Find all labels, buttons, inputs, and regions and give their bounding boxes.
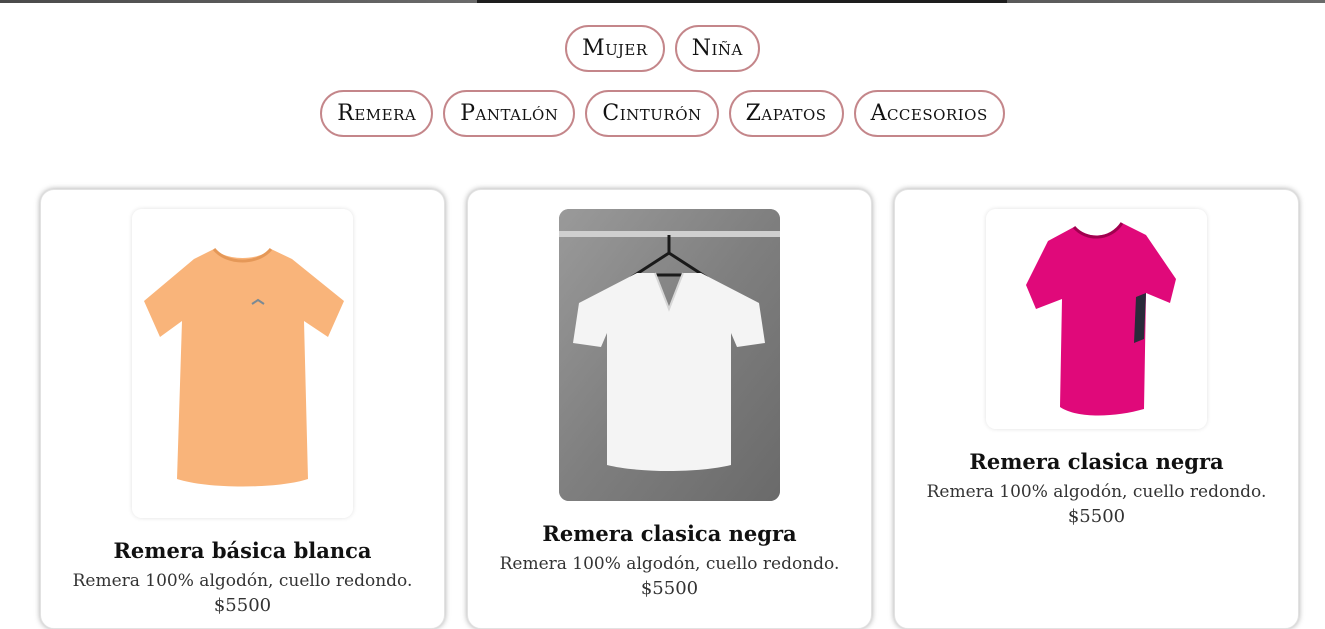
product-description: Remera 100% algodón, cuello redondo. xyxy=(926,482,1267,502)
filter-cinturon-button[interactable]: Cinturón xyxy=(585,90,719,137)
product-card[interactable]: Remera básica blanca Remera 100% algodón… xyxy=(40,189,445,629)
white-vneck-tshirt-icon xyxy=(559,209,780,501)
product-image[interactable] xyxy=(986,209,1207,429)
category-filter-row: Remera Pantalón Cinturón Zapatos Accesor… xyxy=(0,90,1325,137)
top-divider xyxy=(0,0,1325,3)
product-description: Remera 100% algodón, cuello redondo. xyxy=(499,554,840,574)
filter-nina-button[interactable]: Niña xyxy=(674,25,760,72)
product-title: Remera clasica negra xyxy=(969,449,1224,474)
product-card[interactable]: Remera clasica negra Remera 100% algodón… xyxy=(894,189,1299,629)
product-title: Remera clasica negra xyxy=(542,521,797,546)
product-price: $5500 xyxy=(1067,506,1126,527)
product-price: $5500 xyxy=(213,595,272,616)
product-description: Remera 100% algodón, cuello redondo. xyxy=(72,571,413,591)
product-card[interactable]: Remera clasica negra Remera 100% algodón… xyxy=(467,189,872,629)
product-image[interactable] xyxy=(559,209,780,501)
product-title: Remera básica blanca xyxy=(113,538,372,563)
peach-tshirt-icon xyxy=(132,209,353,518)
filter-pantalon-button[interactable]: Pantalón xyxy=(443,90,576,137)
filter-accesorios-button[interactable]: Accesorios xyxy=(853,90,1005,137)
filter-mujer-button[interactable]: Mujer xyxy=(565,25,665,72)
filter-remera-button[interactable]: Remera xyxy=(320,90,434,137)
magenta-tshirt-icon xyxy=(986,209,1207,429)
product-price: $5500 xyxy=(640,578,699,599)
gender-filter-row: Mujer Niña xyxy=(0,25,1325,72)
filter-zapatos-button[interactable]: Zapatos xyxy=(728,90,844,137)
product-image[interactable] xyxy=(132,209,353,518)
